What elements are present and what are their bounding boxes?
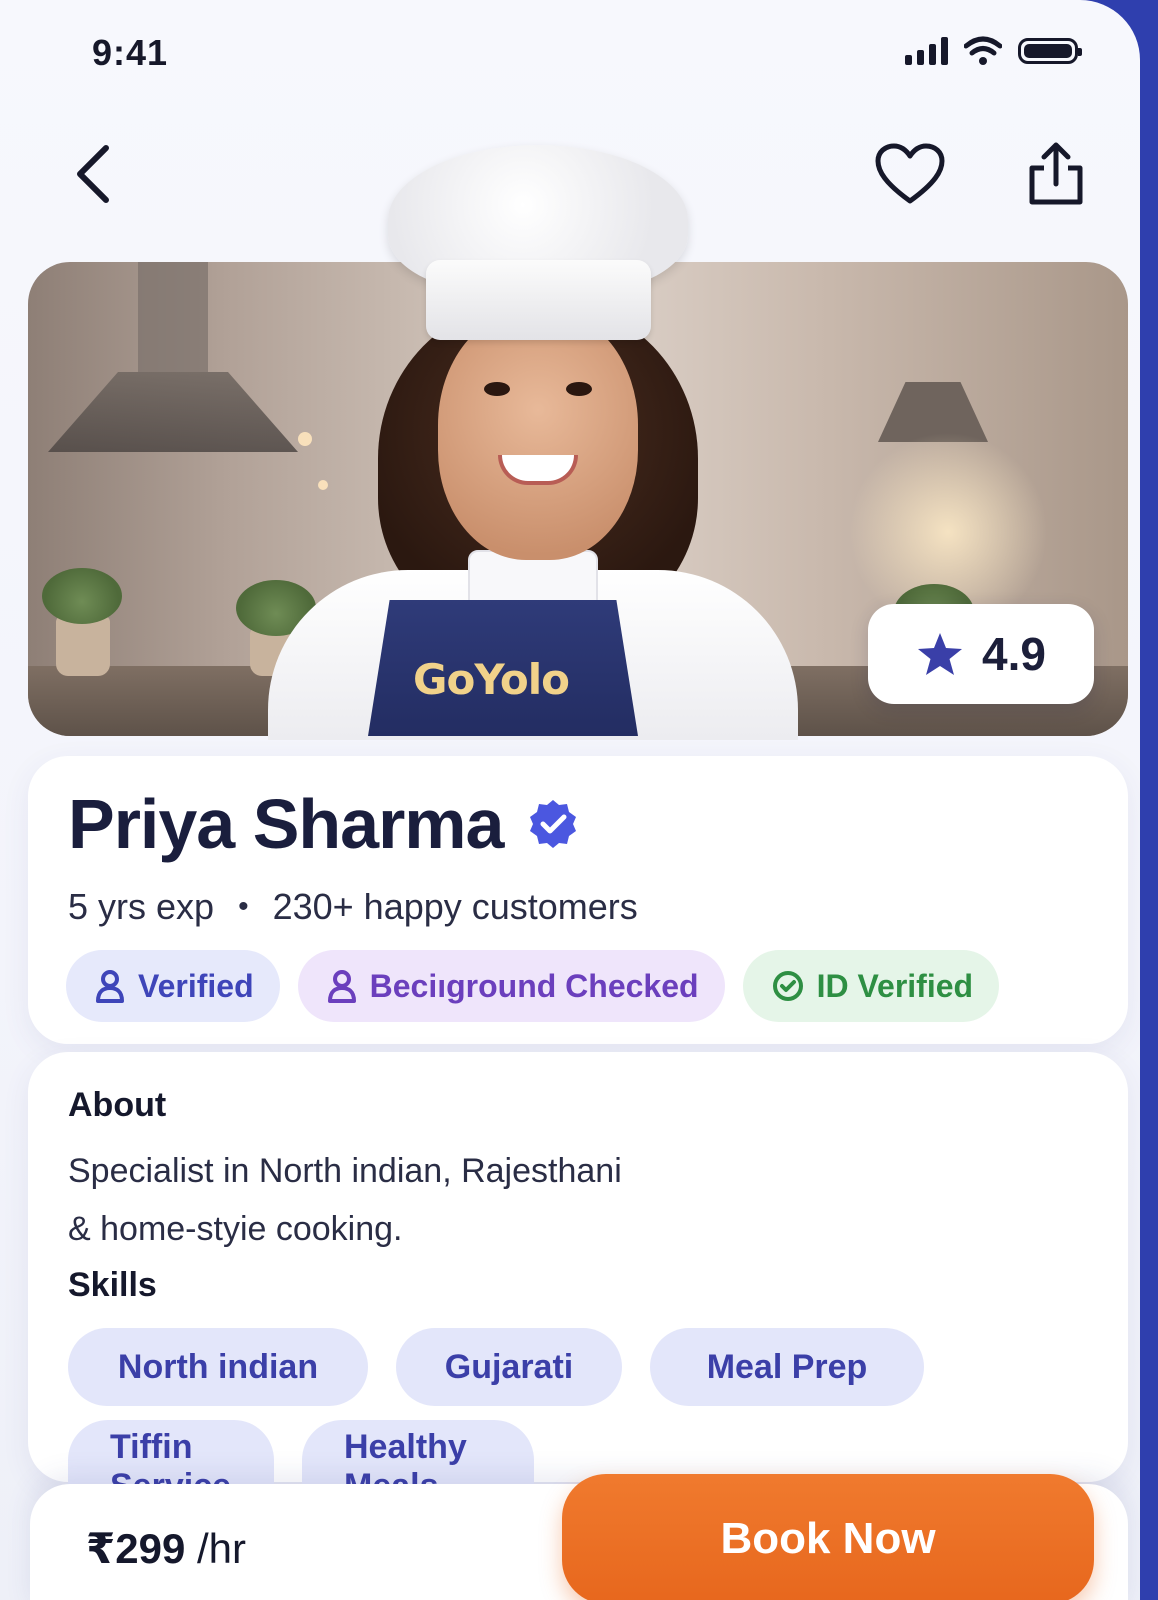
- badge-verified: Verified: [66, 950, 280, 1022]
- wifi-icon: [964, 36, 1002, 65]
- share-button[interactable]: [1020, 138, 1092, 210]
- profile-card: Priya Sharma 5 yrs exp • 230+ happy cust…: [28, 756, 1128, 1044]
- price-text: ₹299 /hr: [86, 1524, 246, 1573]
- about-text: Specialist in North indian, Rajesthani &…: [68, 1142, 788, 1258]
- chef-portrait: GoYolo: [268, 140, 798, 740]
- book-now-button[interactable]: Book Now: [562, 1474, 1094, 1600]
- skill-chip-meal-prep[interactable]: Meal Prep: [650, 1328, 924, 1406]
- meta-separator: •: [238, 890, 249, 923]
- badge-row: Verified Beciıground Checked ID Verified: [66, 950, 1000, 1022]
- about-line-1: Specialist in North indian, Rajesthani: [68, 1152, 622, 1190]
- share-icon: [1029, 142, 1083, 205]
- provider-meta: 5 yrs exp • 230+ happy customers: [68, 886, 638, 928]
- badge-background-checked: Beciıground Checked: [297, 950, 725, 1022]
- rating-value: 4.9: [982, 628, 1046, 680]
- status-icons: [905, 36, 1082, 66]
- about-line-2: & home-styie cooking.: [68, 1210, 403, 1248]
- star-icon: [918, 633, 963, 675]
- apron-logo: GoYolo: [413, 655, 570, 704]
- price-amount: ₹299: [86, 1525, 186, 1572]
- favorite-button[interactable]: [874, 138, 946, 210]
- user-icon: [327, 970, 356, 1003]
- status-time: 9:41: [92, 32, 169, 73]
- experience-text: 5 yrs exp: [68, 886, 215, 927]
- rating-chip: 4.9: [868, 604, 1094, 704]
- badge-label: ID Verified: [816, 967, 974, 1004]
- skills-heading: Skills: [68, 1266, 157, 1304]
- chevron-left-icon: [77, 145, 109, 203]
- price-unit: /hr: [196, 1525, 246, 1572]
- provider-name: Priya Sharma: [68, 785, 504, 863]
- battery-icon: [1018, 38, 1082, 64]
- skill-chip-north-indian[interactable]: North indian: [68, 1328, 368, 1406]
- user-shield-icon: [96, 970, 124, 1003]
- customers-text: 230+ happy customers: [272, 886, 638, 927]
- skill-chip-gujarati[interactable]: Gujarati: [396, 1328, 622, 1406]
- signal-icon: [905, 37, 948, 65]
- heart-icon: [875, 143, 945, 204]
- badge-id-verified: ID Verified: [742, 950, 1000, 1022]
- back-button[interactable]: [58, 138, 130, 210]
- about-card: About Specialist in North indian, Rajest…: [28, 1052, 1128, 1530]
- about-heading: About: [68, 1086, 167, 1124]
- phone-screen: 9:41 GoYolo 4.9 Priya Sharma 5 yrs exp •…: [0, 0, 1140, 1600]
- check-circle-icon: [772, 971, 803, 1001]
- verified-check-icon: [530, 800, 577, 848]
- badge-label: Verified: [138, 967, 254, 1004]
- badge-label: Beciıground Checked: [369, 967, 699, 1004]
- booking-bar: ₹299 /hr Book Now: [30, 1474, 1128, 1600]
